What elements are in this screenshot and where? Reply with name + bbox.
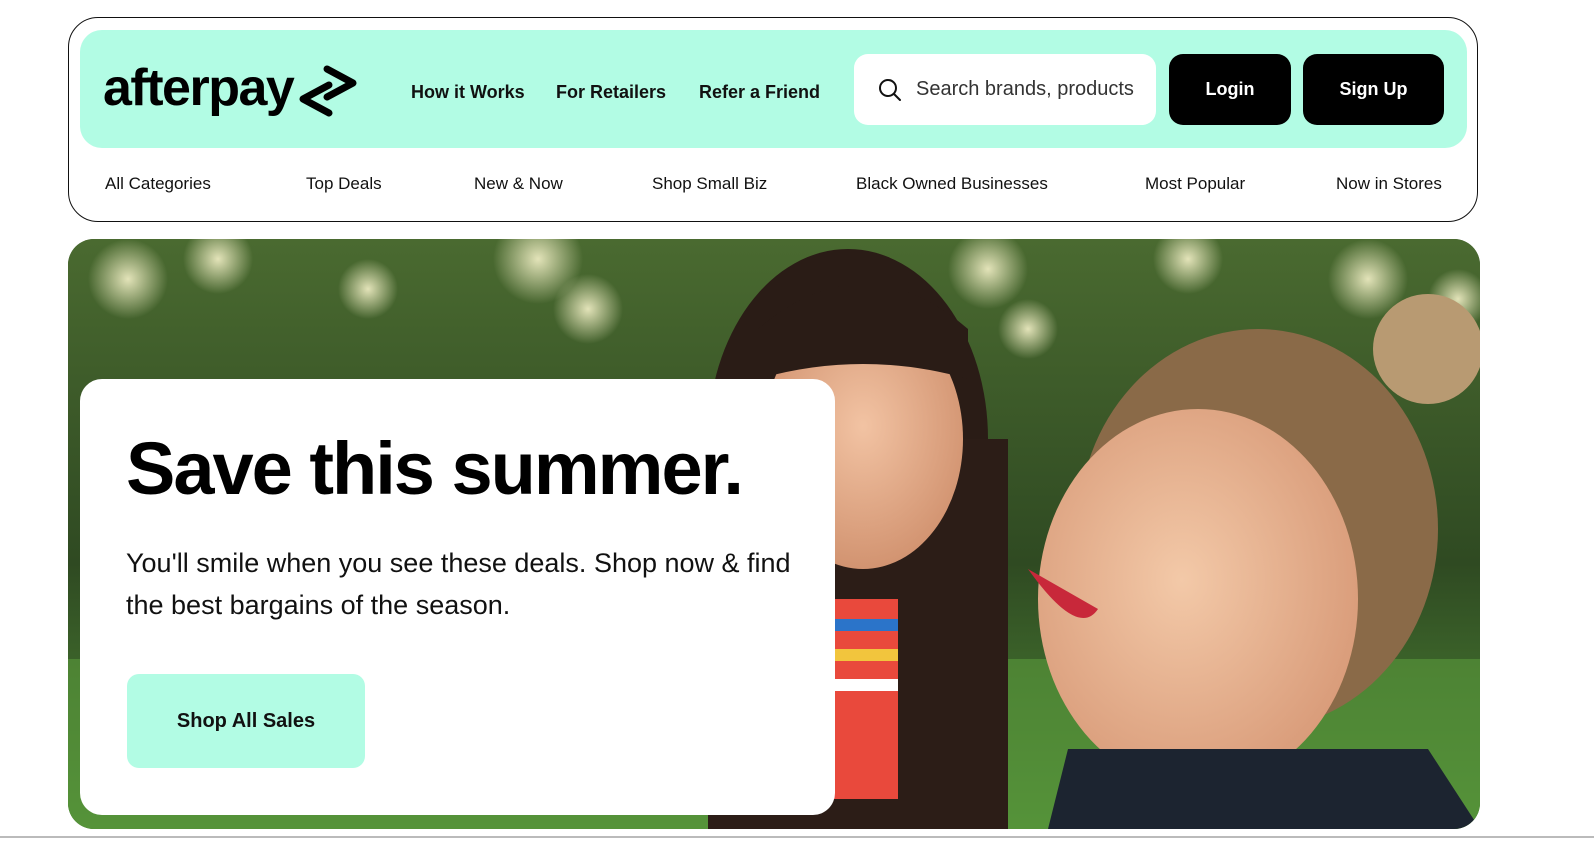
category-all-categories[interactable]: All Categories [105,173,211,195]
page-divider [0,836,1594,838]
nav-how-it-works[interactable]: How it Works [411,80,525,104]
logo-wordmark: afterpay [103,59,295,117]
login-button[interactable]: Login [1169,54,1291,125]
category-top-deals[interactable]: Top Deals [306,173,382,195]
nav-for-retailers[interactable]: For Retailers [556,80,666,104]
category-new-and-now[interactable]: New & Now [474,173,563,195]
search-icon [879,78,901,101]
search-input[interactable] [914,77,1138,102]
afterpay-arrows-icon [299,65,357,117]
category-most-popular[interactable]: Most Popular [1145,173,1245,195]
nav-refer-a-friend[interactable]: Refer a Friend [699,80,820,104]
hero-subtitle: You'll smile when you see these deals. S… [126,548,791,620]
afterpay-logo[interactable]: afterpay [103,58,359,118]
hero-title: Save this summer. [126,427,744,510]
shop-all-sales-button[interactable]: Shop All Sales [127,674,365,768]
category-shop-small-biz[interactable]: Shop Small Biz [652,173,767,195]
signup-button[interactable]: Sign Up [1303,54,1444,125]
search-box[interactable] [854,54,1156,125]
category-black-owned-businesses[interactable]: Black Owned Businesses [856,173,1048,195]
category-now-in-stores[interactable]: Now in Stores [1336,173,1442,195]
